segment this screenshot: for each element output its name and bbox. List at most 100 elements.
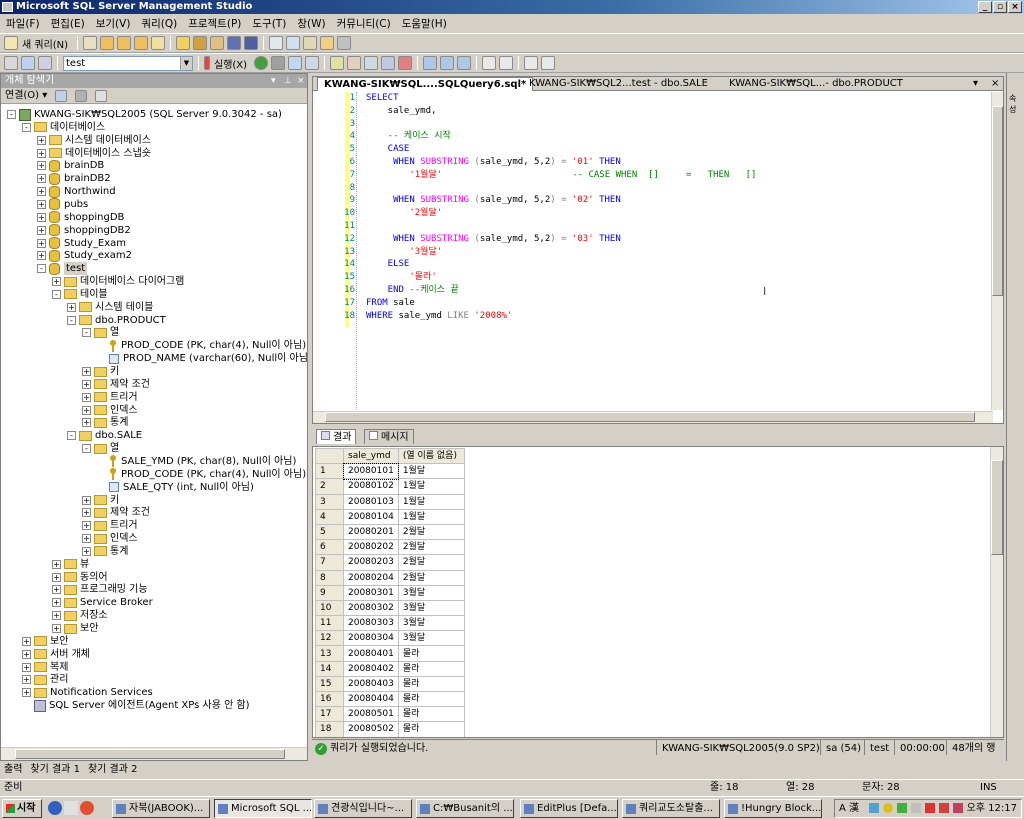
code-line[interactable]: '몰라' [366, 271, 436, 284]
table-row[interactable]: 4 20080104 1월달 [315, 508, 465, 525]
table-cell[interactable]: 20080102 [343, 478, 399, 495]
object-explorer-icon[interactable] [286, 36, 301, 50]
expand-icon[interactable]: + [22, 636, 31, 646]
menu-item[interactable]: 쿼리(Q) [141, 16, 177, 31]
menu-item[interactable]: 커뮤니티(C) [337, 16, 391, 31]
tab-list-icon[interactable]: ▾ [967, 77, 984, 91]
tree-node[interactable]: -열 [82, 442, 119, 455]
row-number[interactable]: 16 [315, 690, 344, 708]
expand-icon[interactable]: + [82, 405, 91, 415]
comment-icon[interactable] [482, 56, 497, 70]
tree-node[interactable]: + brainDB2 [37, 172, 111, 185]
code-line[interactable]: CASE [366, 143, 410, 156]
connect-icon[interactable] [55, 89, 68, 102]
change-connection-icon[interactable] [21, 56, 35, 70]
expand-icon[interactable]: + [22, 675, 31, 685]
browser-icon[interactable] [80, 801, 94, 815]
taskbar-button[interactable]: !Hungry Block... [724, 799, 822, 818]
expand-icon[interactable]: + [82, 367, 91, 376]
menu-item[interactable]: 창(W) [297, 16, 325, 31]
table-cell[interactable]: 1월달 [397, 463, 465, 480]
expand-icon[interactable]: + [37, 225, 46, 235]
save-icon[interactable] [227, 36, 242, 50]
add-item-icon[interactable] [210, 36, 225, 50]
tree-node[interactable]: + pubs [37, 198, 88, 211]
tree-node[interactable]: - dbo.PRODUCT [67, 314, 166, 327]
tree-node[interactable]: + shoppingDB2 [37, 224, 131, 237]
maximize-button[interactable]: ▫ [993, 1, 1007, 13]
row-number[interactable]: 10 [315, 599, 344, 617]
tree-node[interactable]: - test [37, 262, 88, 276]
column-header[interactable]: (열 이름 없음) [397, 447, 465, 465]
start-button[interactable]: 시작 [2, 799, 42, 818]
collapse-icon[interactable]: - [67, 315, 76, 325]
table-row[interactable]: 13 20080401 몰라 [315, 645, 465, 662]
registered-servers-icon[interactable] [269, 36, 284, 50]
collapse-icon[interactable]: - [22, 122, 31, 132]
tray-messenger-icon[interactable] [883, 803, 893, 813]
table-cell[interactable]: 3월달 [397, 584, 465, 601]
row-number[interactable]: 18 [315, 721, 344, 737]
expand-icon[interactable]: + [37, 148, 46, 158]
tray-sql-icon[interactable] [897, 803, 907, 813]
table-cell[interactable]: 20080202 [343, 539, 399, 556]
expand-icon[interactable]: + [37, 238, 46, 248]
expand-icon[interactable]: + [37, 174, 46, 184]
tree-node[interactable]: + 프로그래밍 기능 [52, 583, 148, 596]
cancel-execution-icon[interactable] [271, 56, 286, 70]
new-query-icon[interactable] [4, 36, 18, 50]
row-number[interactable]: 13 [315, 645, 344, 662]
table-cell[interactable]: 2월달 [397, 539, 465, 556]
table-cell[interactable]: 3월달 [397, 599, 465, 617]
expand-icon[interactable]: + [52, 598, 61, 608]
client-stats-icon[interactable] [364, 56, 379, 70]
tree-node[interactable]: SALE_QTY (int, Null이 아님) [97, 481, 254, 494]
expand-icon[interactable]: + [82, 534, 91, 544]
tree-node[interactable]: + 관리 [22, 673, 68, 686]
table-cell[interactable]: 몰라 [397, 675, 465, 693]
table-cell[interactable]: 20080104 [343, 508, 399, 525]
dmx-query-icon[interactable] [134, 36, 149, 50]
tab-messages[interactable]: 메시지 [364, 429, 414, 444]
row-number[interactable]: 4 [315, 508, 344, 525]
table-cell[interactable]: 20080403 [343, 675, 399, 693]
table-cell[interactable]: 3월달 [397, 615, 465, 632]
tree-node[interactable]: + 제약 조건 [82, 506, 150, 519]
code-line[interactable]: WHEN SUBSTRING (sale_ymd, 5,2) = '01' TH… [366, 156, 621, 169]
execute-icon[interactable] [204, 56, 210, 70]
expand-icon[interactable]: + [82, 508, 91, 518]
new-query-button[interactable]: 새 쿼리(N) [22, 36, 68, 51]
menu-item[interactable]: 보기(V) [96, 16, 131, 31]
expand-icon[interactable]: + [82, 495, 91, 505]
menu-item[interactable]: 도구(T) [252, 16, 286, 31]
code-line[interactable]: ELSE [366, 258, 410, 271]
decrease-indent-icon[interactable] [524, 56, 539, 70]
taskbar-button[interactable]: Microsoft SQL ... [214, 799, 312, 818]
tree-node[interactable]: - KWANG-SIK₩SQL2005 (SQL Server 9.0.3042 … [7, 108, 282, 121]
tree-node[interactable]: + Service Broker [52, 596, 153, 609]
table-cell[interactable]: 20080303 [343, 615, 399, 632]
row-number[interactable]: 9 [315, 584, 344, 601]
output-tab[interactable]: 출력 [4, 762, 22, 778]
table-cell[interactable]: 20080204 [343, 569, 399, 586]
code-line[interactable]: '3월달' [366, 246, 442, 259]
code-line[interactable]: SELECT [366, 92, 399, 105]
tree-node[interactable]: + 데이터베이스 다이어그램 [52, 275, 184, 288]
table-cell[interactable]: 몰라 [397, 706, 465, 723]
table-cell[interactable]: 20080404 [343, 690, 399, 708]
expand-icon[interactable]: + [82, 546, 91, 556]
expand-icon[interactable]: + [82, 521, 91, 531]
menu-item[interactable]: 도움말(H) [402, 16, 447, 31]
horizontal-scrollbar[interactable] [313, 411, 993, 423]
tree-node[interactable]: + 키 [82, 365, 119, 378]
expand-icon[interactable]: + [22, 688, 31, 698]
tree-node[interactable]: + 키 [82, 494, 119, 507]
tray-volume-icon[interactable] [911, 803, 921, 813]
code-area[interactable]: SELECT sale_ymd, -- 케이스 시작 CASE WHEN SUB… [366, 92, 986, 410]
vertical-scrollbar[interactable] [990, 447, 1003, 737]
collapse-icon[interactable]: - [67, 431, 76, 441]
table-cell[interactable]: 1월달 [397, 508, 465, 525]
scrollbar-thumb[interactable] [325, 412, 975, 422]
table-row[interactable]: 16 20080404 몰라 [315, 690, 465, 708]
table-row[interactable]: 1 20080101 1월달 [315, 462, 465, 480]
